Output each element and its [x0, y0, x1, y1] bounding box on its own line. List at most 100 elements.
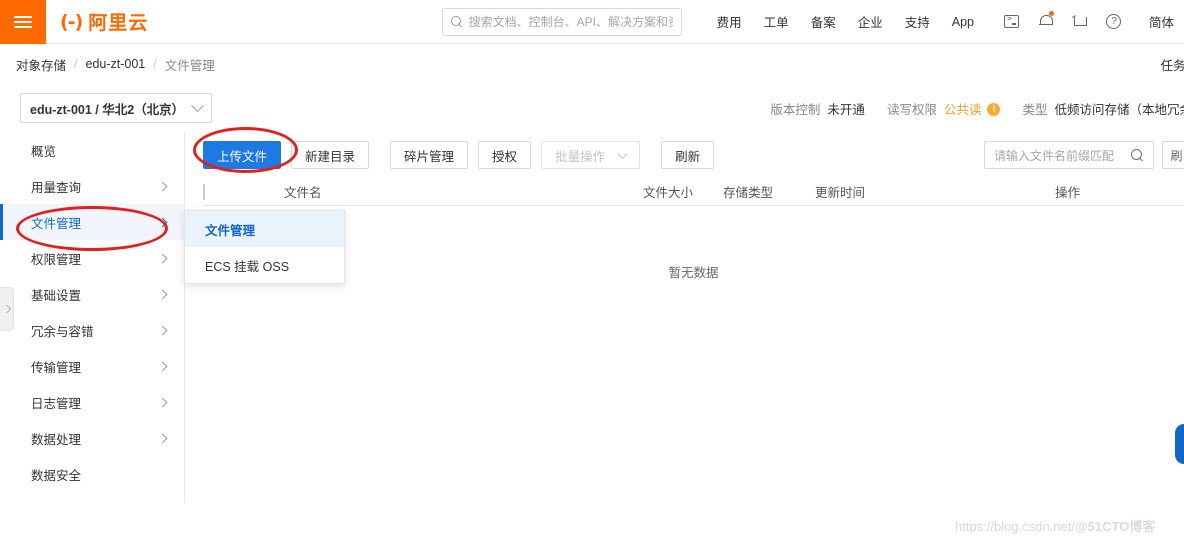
- empty-state-text: 暂无数据: [668, 266, 719, 280]
- nav-link-icp[interactable]: 备案: [800, 12, 847, 31]
- hamburger-icon[interactable]: [0, 0, 46, 44]
- nav-link-tickets[interactable]: 工单: [753, 12, 800, 31]
- submenu-item-label: 文件管理: [205, 223, 256, 238]
- submenu-item-file-management[interactable]: 文件管理: [185, 211, 344, 247]
- meta-value-storage-class: 低频访问存储（本地冗余: [1054, 102, 1184, 117]
- fragment-management-button[interactable]: 碎片管理: [390, 141, 469, 169]
- task-list-link[interactable]: 任务列: [1160, 55, 1184, 74]
- sidebar-item-permissions[interactable]: 权限管理: [0, 240, 184, 276]
- sidebar-item-label: 基础设置: [31, 288, 82, 303]
- file-table-header: 文件名 文件大小 存储类型 更新时间 操作: [203, 178, 1184, 206]
- watermark-handle: @51CTO博客: [1074, 519, 1156, 534]
- bell-icon[interactable]: [1029, 0, 1063, 44]
- page-root: (-) 阿里云 搜索文档、控制台、API、解决方案和资 费用 工单 备案 企业 …: [0, 0, 1184, 543]
- bucket-selector[interactable]: edu-zt-001 / 华北2（北京）: [20, 93, 212, 123]
- sidebar-item-logging[interactable]: 日志管理: [0, 384, 184, 420]
- bucket-meta-info: 版本控制 未开通 读写权限 公共读 ! 类型 低频访问存储（本地冗余: [770, 99, 1184, 118]
- chevron-right-icon: [157, 325, 168, 335]
- new-directory-button[interactable]: 新建目录: [291, 141, 370, 169]
- column-header-operations: 操作: [1055, 186, 1081, 200]
- sidebar-item-data-processing[interactable]: 数据处理: [0, 420, 184, 456]
- chevron-right-icon: [157, 361, 168, 371]
- nav-link-fees[interactable]: 费用: [706, 12, 753, 31]
- brand-mark-icon: (-): [60, 10, 83, 33]
- submenu-item-label: ECS 挂载 OSS: [205, 259, 290, 274]
- sidebar-item-transfer[interactable]: 传输管理: [0, 348, 184, 384]
- select-all-checkbox[interactable]: [203, 183, 205, 200]
- chevron-right-icon: [157, 289, 168, 299]
- empty-state: 暂无数据: [203, 206, 1184, 326]
- authorize-button[interactable]: 授权: [478, 141, 532, 169]
- sidebar-item-file-management[interactable]: 文件管理: [0, 204, 184, 240]
- chevron-right-icon: [2, 304, 11, 314]
- watermark: https://blog.csdn.net/@51CTO博客: [955, 516, 1155, 535]
- sidebar-item-overview[interactable]: 概览: [0, 132, 184, 168]
- meta-value-acl: 公共读: [943, 102, 982, 117]
- toolbar-overflow-button[interactable]: 刷: [1162, 141, 1184, 169]
- sidebar-item-usage[interactable]: 用量查询: [0, 168, 184, 204]
- watermark-url: https://blog.csdn.net/: [955, 519, 1075, 534]
- global-search-placeholder: 搜索文档、控制台、API、解决方案和资: [468, 15, 673, 29]
- file-management-submenu: 文件管理 ECS 挂载 OSS: [184, 210, 345, 284]
- breadcrumb-item-oss[interactable]: 对象存储: [16, 55, 66, 74]
- global-topbar: (-) 阿里云 搜索文档、控制台、API、解决方案和资 费用 工单 备案 企业 …: [0, 0, 1184, 44]
- left-sidebar: 概览 用量查询 文件管理 权限管理 基础设置 冗余与容错 传输管理 日志管理 数…: [0, 132, 185, 503]
- sidebar-collapse-handle[interactable]: [0, 287, 14, 331]
- nav-link-support[interactable]: 支持: [894, 12, 941, 31]
- search-icon: [450, 15, 463, 28]
- help-icon[interactable]: ?: [1097, 0, 1131, 44]
- bucket-header: edu-zt-001 / 华北2（北京） 版本控制 未开通 读写权限 公共读 !…: [0, 84, 1184, 132]
- file-toolbar: 上传文件 新建目录 碎片管理 授权 批量操作 刷新 请输入文件名前缀匹配 刷: [185, 132, 1184, 178]
- toolbar-right-group: 请输入文件名前缀匹配 刷: [984, 132, 1184, 178]
- language-switcher[interactable]: 简体: [1139, 12, 1184, 31]
- chevron-down-icon: [617, 148, 628, 159]
- console-icon[interactable]: [995, 0, 1029, 44]
- chevron-right-icon: [157, 433, 168, 443]
- sidebar-item-label: 用量查询: [31, 180, 82, 195]
- nav-link-app[interactable]: App: [941, 15, 985, 29]
- floating-side-tab[interactable]: [1175, 424, 1184, 464]
- chevron-right-icon: [157, 217, 168, 227]
- sidebar-item-label: 冗余与容错: [31, 324, 94, 339]
- sidebar-item-label: 日志管理: [31, 396, 82, 411]
- meta-key-acl: 读写权限: [886, 102, 937, 117]
- sidebar-item-basic-settings[interactable]: 基础设置: [0, 276, 184, 312]
- main-content: 上传文件 新建目录 碎片管理 授权 批量操作 刷新 请输入文件名前缀匹配 刷 文…: [185, 132, 1184, 503]
- warning-icon: !: [987, 102, 1001, 116]
- submenu-item-ecs-mount-oss[interactable]: ECS 挂载 OSS: [185, 247, 344, 283]
- cart-icon[interactable]: [1063, 0, 1097, 44]
- file-search-placeholder: 请输入文件名前缀匹配: [994, 148, 1115, 163]
- file-search-input[interactable]: 请输入文件名前缀匹配: [984, 141, 1154, 169]
- bucket-selector-label: edu-zt-001 / 华北2（北京）: [30, 102, 185, 117]
- select-all-cell: [203, 183, 213, 200]
- batch-operation-button: 批量操作: [541, 141, 641, 169]
- column-header-filename: 文件名: [284, 186, 322, 200]
- brand-name: 阿里云: [88, 13, 149, 34]
- breadcrumb-separator: /: [74, 57, 78, 71]
- column-header-filesize: 文件大小: [643, 186, 694, 200]
- chevron-right-icon: [157, 181, 168, 191]
- breadcrumb-item-current: 文件管理: [164, 58, 215, 73]
- chevron-down-icon: [191, 98, 204, 112]
- sidebar-item-label: 数据安全: [31, 468, 82, 483]
- sidebar-item-data-security[interactable]: 数据安全: [0, 456, 184, 492]
- global-search-input[interactable]: 搜索文档、控制台、API、解决方案和资: [441, 7, 682, 36]
- breadcrumb-separator: /: [153, 57, 157, 71]
- refresh-button[interactable]: 刷新: [661, 141, 715, 169]
- chevron-right-icon: [157, 397, 168, 407]
- nav-link-enterprise[interactable]: 企业: [847, 12, 894, 31]
- sidebar-item-redundancy[interactable]: 冗余与容错: [0, 312, 184, 348]
- chevron-right-icon: [157, 253, 168, 263]
- search-icon[interactable]: [1131, 148, 1144, 162]
- sidebar-item-label: 概览: [31, 144, 57, 159]
- notification-dot: [1048, 10, 1054, 16]
- column-header-storage-type: 存储类型: [723, 186, 774, 200]
- meta-value-versioning: 未开通: [827, 102, 865, 117]
- column-header-update-time: 更新时间: [815, 186, 866, 200]
- breadcrumb-item-bucket[interactable]: edu-zt-001: [86, 57, 146, 71]
- batch-operation-label: 批量操作: [555, 149, 606, 164]
- topbar-nav-links: 费用 工单 备案 企业 支持 App: [706, 12, 985, 31]
- upload-file-button[interactable]: 上传文件: [203, 141, 282, 169]
- breadcrumb: 对象存储 / edu-zt-001 / 文件管理: [16, 55, 215, 74]
- brand-logo[interactable]: (-) 阿里云: [60, 8, 148, 35]
